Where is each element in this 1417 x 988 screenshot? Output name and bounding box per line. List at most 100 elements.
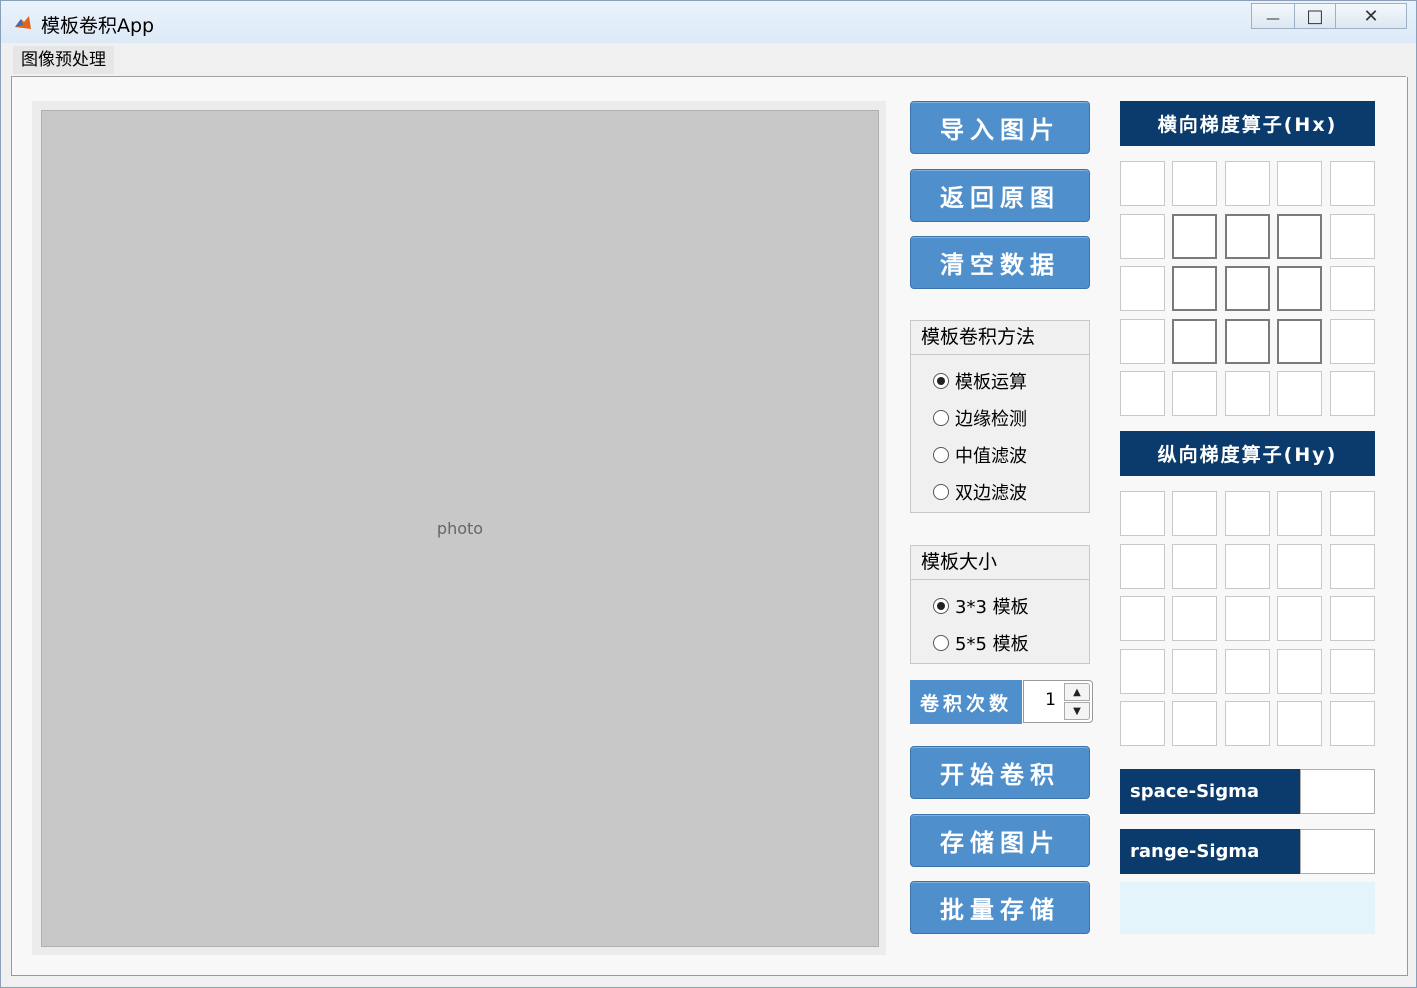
radio-unselected-icon: [933, 484, 949, 500]
start-convolution-button[interactable]: 开始卷积: [910, 746, 1090, 799]
kernel-cell-input[interactable]: [1330, 266, 1375, 311]
iterations-spinner[interactable]: 1 ▲ ▼: [1023, 680, 1093, 723]
kernel-cell-input[interactable]: [1172, 544, 1217, 589]
image-placeholder: photo: [41, 110, 879, 947]
kernel-cell-input[interactable]: [1330, 701, 1375, 746]
range-sigma-input[interactable]: [1300, 829, 1375, 874]
kernel-cell-input[interactable]: [1225, 214, 1270, 259]
radio-size-3x3[interactable]: 3*3 模板: [933, 594, 1029, 618]
kernel-cell-input[interactable]: [1277, 491, 1322, 536]
kernel-cell-input[interactable]: [1277, 544, 1322, 589]
template-size-group: 模板大小 3*3 模板 5*5 模板: [910, 545, 1090, 664]
title-bar: 模板卷积App — □ ✕: [1, 1, 1416, 43]
template-size-title: 模板大小: [911, 546, 1089, 580]
convolution-method-title: 模板卷积方法: [911, 321, 1089, 355]
kernel-cell-input[interactable]: [1277, 319, 1322, 364]
kernel-cell-input[interactable]: [1225, 701, 1270, 746]
kernel-cell-input[interactable]: [1225, 319, 1270, 364]
kernel-cell-input[interactable]: [1225, 596, 1270, 641]
kernel-cell-input[interactable]: [1120, 266, 1165, 311]
kernel-cell-input[interactable]: [1172, 161, 1217, 206]
range-sigma-label: range-Sigma: [1120, 829, 1300, 874]
kernel-cell-input[interactable]: [1330, 491, 1375, 536]
radio-label: 3*3 模板: [955, 597, 1029, 618]
kernel-cell-input[interactable]: [1120, 161, 1165, 206]
kernel-cell-input[interactable]: [1172, 701, 1217, 746]
radio-label: 双边滤波: [955, 483, 1027, 504]
radio-unselected-icon: [933, 410, 949, 426]
spin-down-icon[interactable]: ▼: [1064, 702, 1090, 720]
minimize-button[interactable]: —: [1251, 3, 1295, 29]
radio-median-filter[interactable]: 中值滤波: [933, 443, 1027, 467]
radio-label: 边缘检测: [955, 409, 1027, 430]
minimize-icon: —: [1266, 11, 1280, 27]
kernel-cell-input[interactable]: [1172, 266, 1217, 311]
kernel-cell-input[interactable]: [1330, 214, 1375, 259]
kernel-cell-input[interactable]: [1225, 371, 1270, 416]
clear-data-button[interactable]: 清空数据: [910, 236, 1090, 289]
menu-bar: 图像预处理: [11, 44, 1406, 77]
radio-template-op[interactable]: 模板运算: [933, 369, 1027, 393]
kernel-cell-input[interactable]: [1330, 544, 1375, 589]
import-image-button[interactable]: 导入图片: [910, 101, 1090, 154]
status-info-area: [1120, 882, 1375, 934]
close-icon: ✕: [1363, 5, 1379, 27]
kernel-cell-input[interactable]: [1172, 596, 1217, 641]
kernel-cell-input[interactable]: [1172, 214, 1217, 259]
kernel-cell-input[interactable]: [1172, 319, 1217, 364]
kernel-cell-input[interactable]: [1277, 596, 1322, 641]
radio-label: 5*5 模板: [955, 634, 1029, 655]
kernel-cell-input[interactable]: [1120, 544, 1165, 589]
kernel-cell-input[interactable]: [1277, 214, 1322, 259]
radio-label: 模板运算: [955, 372, 1027, 393]
kernel-cell-input[interactable]: [1225, 544, 1270, 589]
kernel-cell-input[interactable]: [1120, 701, 1165, 746]
restore-original-button[interactable]: 返回原图: [910, 169, 1090, 222]
kernel-cell-input[interactable]: [1120, 319, 1165, 364]
iterations-label: 卷积次数: [910, 680, 1022, 724]
convolution-method-group: 模板卷积方法 模板运算 边缘检测 中值滤波 双边滤波: [910, 320, 1090, 513]
iterations-value[interactable]: 1: [1045, 690, 1056, 710]
kernel-cell-input[interactable]: [1277, 371, 1322, 416]
radio-bilateral-filter[interactable]: 双边滤波: [933, 480, 1027, 504]
matlab-app-icon: [15, 16, 31, 29]
kernel-cell-input[interactable]: [1172, 371, 1217, 416]
radio-size-5x5[interactable]: 5*5 模板: [933, 631, 1029, 655]
kernel-cell-input[interactable]: [1120, 214, 1165, 259]
radio-selected-icon: [933, 598, 949, 614]
kernel-cell-input[interactable]: [1330, 649, 1375, 694]
radio-unselected-icon: [933, 635, 949, 651]
kernel-cell-input[interactable]: [1330, 371, 1375, 416]
maximize-icon: □: [1306, 5, 1324, 27]
batch-save-button[interactable]: 批量存储: [910, 881, 1090, 934]
kernel-cell-input[interactable]: [1277, 649, 1322, 694]
kernel-cell-input[interactable]: [1120, 649, 1165, 694]
kernel-cell-input[interactable]: [1120, 491, 1165, 536]
kernel-cell-input[interactable]: [1172, 491, 1217, 536]
window-title: 模板卷积App: [41, 15, 155, 37]
menu-item-preprocess[interactable]: 图像预处理: [13, 46, 114, 74]
save-image-button[interactable]: 存储图片: [910, 814, 1090, 867]
radio-edge-detect[interactable]: 边缘检测: [933, 406, 1027, 430]
close-button[interactable]: ✕: [1335, 3, 1407, 29]
kernel-cell-input[interactable]: [1225, 649, 1270, 694]
kernel-cell-input[interactable]: [1277, 161, 1322, 206]
kernel-cell-input[interactable]: [1277, 701, 1322, 746]
kernel-cell-input[interactable]: [1277, 266, 1322, 311]
kernel-cell-input[interactable]: [1172, 649, 1217, 694]
kernel-cell-input[interactable]: [1225, 161, 1270, 206]
space-sigma-label: space-Sigma: [1120, 769, 1300, 814]
kernel-cell-input[interactable]: [1225, 491, 1270, 536]
kernel-cell-input[interactable]: [1330, 596, 1375, 641]
radio-selected-icon: [933, 373, 949, 389]
kernel-cell-input[interactable]: [1120, 371, 1165, 416]
hy-header: 纵向梯度算子(Hy): [1120, 431, 1375, 476]
kernel-cell-input[interactable]: [1330, 161, 1375, 206]
kernel-cell-input[interactable]: [1120, 596, 1165, 641]
space-sigma-input[interactable]: [1300, 769, 1375, 814]
hx-header: 横向梯度算子(Hx): [1120, 101, 1375, 146]
kernel-cell-input[interactable]: [1330, 319, 1375, 364]
spin-up-icon[interactable]: ▲: [1064, 683, 1090, 701]
maximize-button[interactable]: □: [1294, 3, 1336, 29]
kernel-cell-input[interactable]: [1225, 266, 1270, 311]
